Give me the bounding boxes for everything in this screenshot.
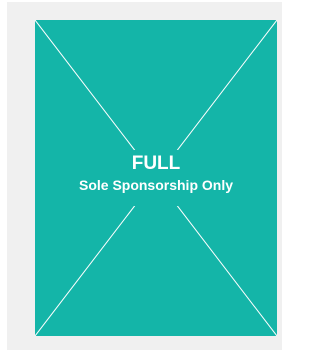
ad-size-subtitle: Sole Sponsorship Only	[78, 177, 234, 193]
ad-label: FULL Sole Sponsorship Only	[49, 150, 263, 206]
page: FULL Sole Sponsorship Only	[0, 0, 283, 354]
ad-frame: FULL Sole Sponsorship Only	[7, 2, 282, 350]
ad-placeholder-panel: FULL Sole Sponsorship Only	[35, 20, 277, 336]
ad-size-title: FULL	[131, 153, 181, 174]
